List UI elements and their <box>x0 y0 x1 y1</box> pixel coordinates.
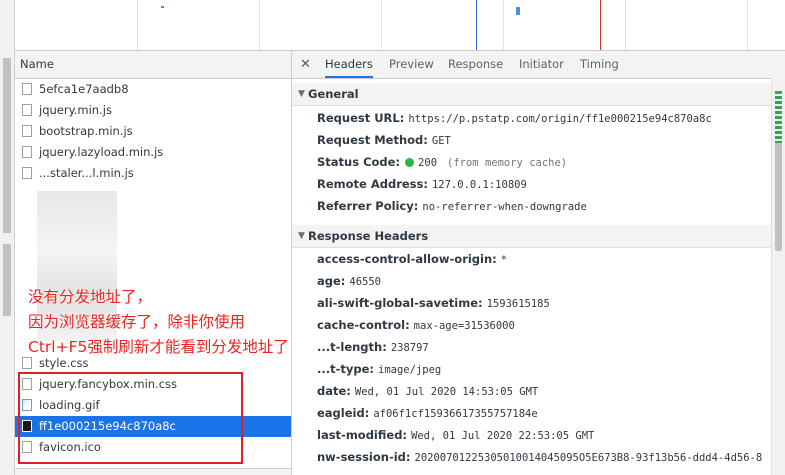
header-value: https://p.pstatp.com/origin/ff1e000215e9… <box>408 113 712 125</box>
request-row[interactable]: bootstrap.min.js <box>15 121 291 142</box>
gutter-scroll-thumb[interactable] <box>3 58 11 233</box>
tab-initiator[interactable]: Initiator <box>519 51 564 78</box>
header-key: Referrer Policy: <box>317 199 419 213</box>
header-field: last-modified: Wed, 01 Jul 2020 22:53:05 … <box>317 424 594 446</box>
request-row[interactable]: jquery.lazyload.min.js <box>15 142 291 163</box>
request-name: 5efca1e7aadb8 <box>39 82 129 96</box>
tab-headers[interactable]: Headers <box>325 51 373 78</box>
header-value: max-age=31536000 <box>413 320 515 332</box>
header-key: nw-session-id: <box>317 450 411 464</box>
request-row[interactable]: ...staler...l.min.js <box>15 163 291 184</box>
left-scrollbar-gutter <box>0 0 15 475</box>
header-key: Remote Address: <box>317 177 428 191</box>
document-icon <box>22 146 32 158</box>
header-key: ali-swift-global-savetime: <box>317 296 483 310</box>
header-key: eagleid: <box>317 406 370 420</box>
scrollbar-minimap <box>775 91 782 143</box>
header-field: ali-swift-global-savetime: 1593615185 <box>317 292 550 314</box>
header-field: ...t-length: 238797 <box>317 336 429 358</box>
details-scroll-thumb[interactable] <box>775 131 782 251</box>
header-key: Request Method: <box>317 133 428 147</box>
request-name: jquery.lazyload.min.js <box>39 145 164 159</box>
overview-request-mark <box>516 7 520 15</box>
response-headers-section-title: Response Headers <box>308 229 429 243</box>
collapse-triangle-icon: ▼ <box>298 89 305 99</box>
request-row[interactable]: 5efca1e7aadb8 <box>15 79 291 100</box>
header-key: date: <box>317 384 351 398</box>
tab-response[interactable]: Response <box>448 51 503 78</box>
domcontentloaded-line <box>476 0 477 50</box>
annotation-line: 因为浏览器缓存了，除非你使用 <box>28 313 246 331</box>
header-key: access-control-allow-origin: <box>317 252 497 266</box>
header-key: Status Code: <box>317 155 401 169</box>
header-value: Wed, 01 Jul 2020 14:53:05 GMT <box>354 386 539 398</box>
header-field: Request URL: https://p.pstatp.com/origin/… <box>317 107 712 129</box>
document-icon <box>22 83 32 95</box>
header-value: 200 <box>418 157 438 169</box>
document-icon <box>22 104 32 116</box>
close-icon[interactable]: ✕ <box>300 57 311 72</box>
name-column-header[interactable]: Name <box>15 51 291 79</box>
document-icon <box>22 125 32 137</box>
header-key: Request URL: <box>317 111 405 125</box>
header-value: GET <box>431 135 451 147</box>
header-value: af06f1cf15936617355757184e <box>373 408 538 420</box>
header-field: age: 46550 <box>317 270 381 292</box>
request-details-panel: ✕ Headers Preview Response Initiator Tim… <box>292 51 785 475</box>
annotation-text: 没有分发地址了， 因为浏览器缓存了，除非你使用 Ctrl+F5强制刷新才能看到分… <box>28 285 289 360</box>
header-value: 46550 <box>349 276 381 288</box>
annotation-highlight-box <box>18 372 243 464</box>
header-field: eagleid: af06f1cf15936617355757184e <box>317 402 538 424</box>
header-key: last-modified: <box>317 428 408 442</box>
collapse-triangle-icon: ▼ <box>298 231 305 241</box>
header-value: 1593615185 <box>486 298 550 310</box>
header-key: age: <box>317 274 346 288</box>
request-row[interactable]: jquery.min.js <box>15 100 291 121</box>
overview-request-mark <box>161 6 164 8</box>
header-field: nw-session-id: 20200701225305010014045095… <box>317 446 762 468</box>
header-value: 20200701225305010014045095O5E673B8-93f13… <box>414 452 763 464</box>
header-key: cache-control: <box>317 318 410 332</box>
load-event-line <box>600 0 601 50</box>
header-field: cache-control: max-age=31536000 <box>317 314 515 336</box>
header-field: date: Wed, 01 Jul 2020 14:53:05 GMT <box>317 380 538 402</box>
header-value: Wed, 01 Jul 2020 22:53:05 GMT <box>411 430 595 442</box>
status-bar <box>15 468 291 475</box>
request-name: jquery.min.js <box>39 103 112 117</box>
details-tab-bar: ✕ Headers Preview Response Initiator Tim… <box>292 51 785 79</box>
general-section-title: General <box>308 87 359 101</box>
header-value: 127.0.0.1:10809 <box>431 179 527 191</box>
header-field: access-control-allow-origin: * <box>317 248 507 270</box>
document-icon <box>22 167 32 179</box>
response-headers-section-header[interactable]: ▼ Response Headers <box>292 225 772 248</box>
annotation-line: Ctrl+F5强制刷新才能看到分发地址了 <box>28 338 289 356</box>
header-value: no-referrer-when-downgrade <box>422 201 587 213</box>
network-overview-timeline[interactable] <box>15 0 785 51</box>
annotation-line: 没有分发地址了， <box>28 288 153 306</box>
header-value: * <box>500 254 508 266</box>
header-value: image/jpeg <box>378 364 442 376</box>
tab-timing[interactable]: Timing <box>580 51 619 78</box>
request-name: bootstrap.min.js <box>39 124 133 138</box>
header-value: 238797 <box>390 342 429 354</box>
header-key: ...t-length: <box>317 340 387 354</box>
header-key: ...t-type: <box>317 362 375 376</box>
status-ok-icon <box>405 158 415 167</box>
tab-preview[interactable]: Preview <box>389 51 434 78</box>
gutter-scroll-thumb-lower[interactable] <box>3 244 11 316</box>
request-name: ...staler...l.min.js <box>39 166 134 180</box>
status-note: (from memory cache) <box>447 157 568 169</box>
header-field: Request Method: GET <box>317 129 451 151</box>
header-field: Status Code: 200 (from memory cache) <box>317 151 567 173</box>
header-field: ...t-type: image/jpeg <box>317 358 441 380</box>
header-field: Referrer Policy: no-referrer-when-downgra… <box>317 195 587 217</box>
general-section-header[interactable]: ▼ General <box>292 83 772 106</box>
header-field: Remote Address: 127.0.0.1:10809 <box>317 173 527 195</box>
